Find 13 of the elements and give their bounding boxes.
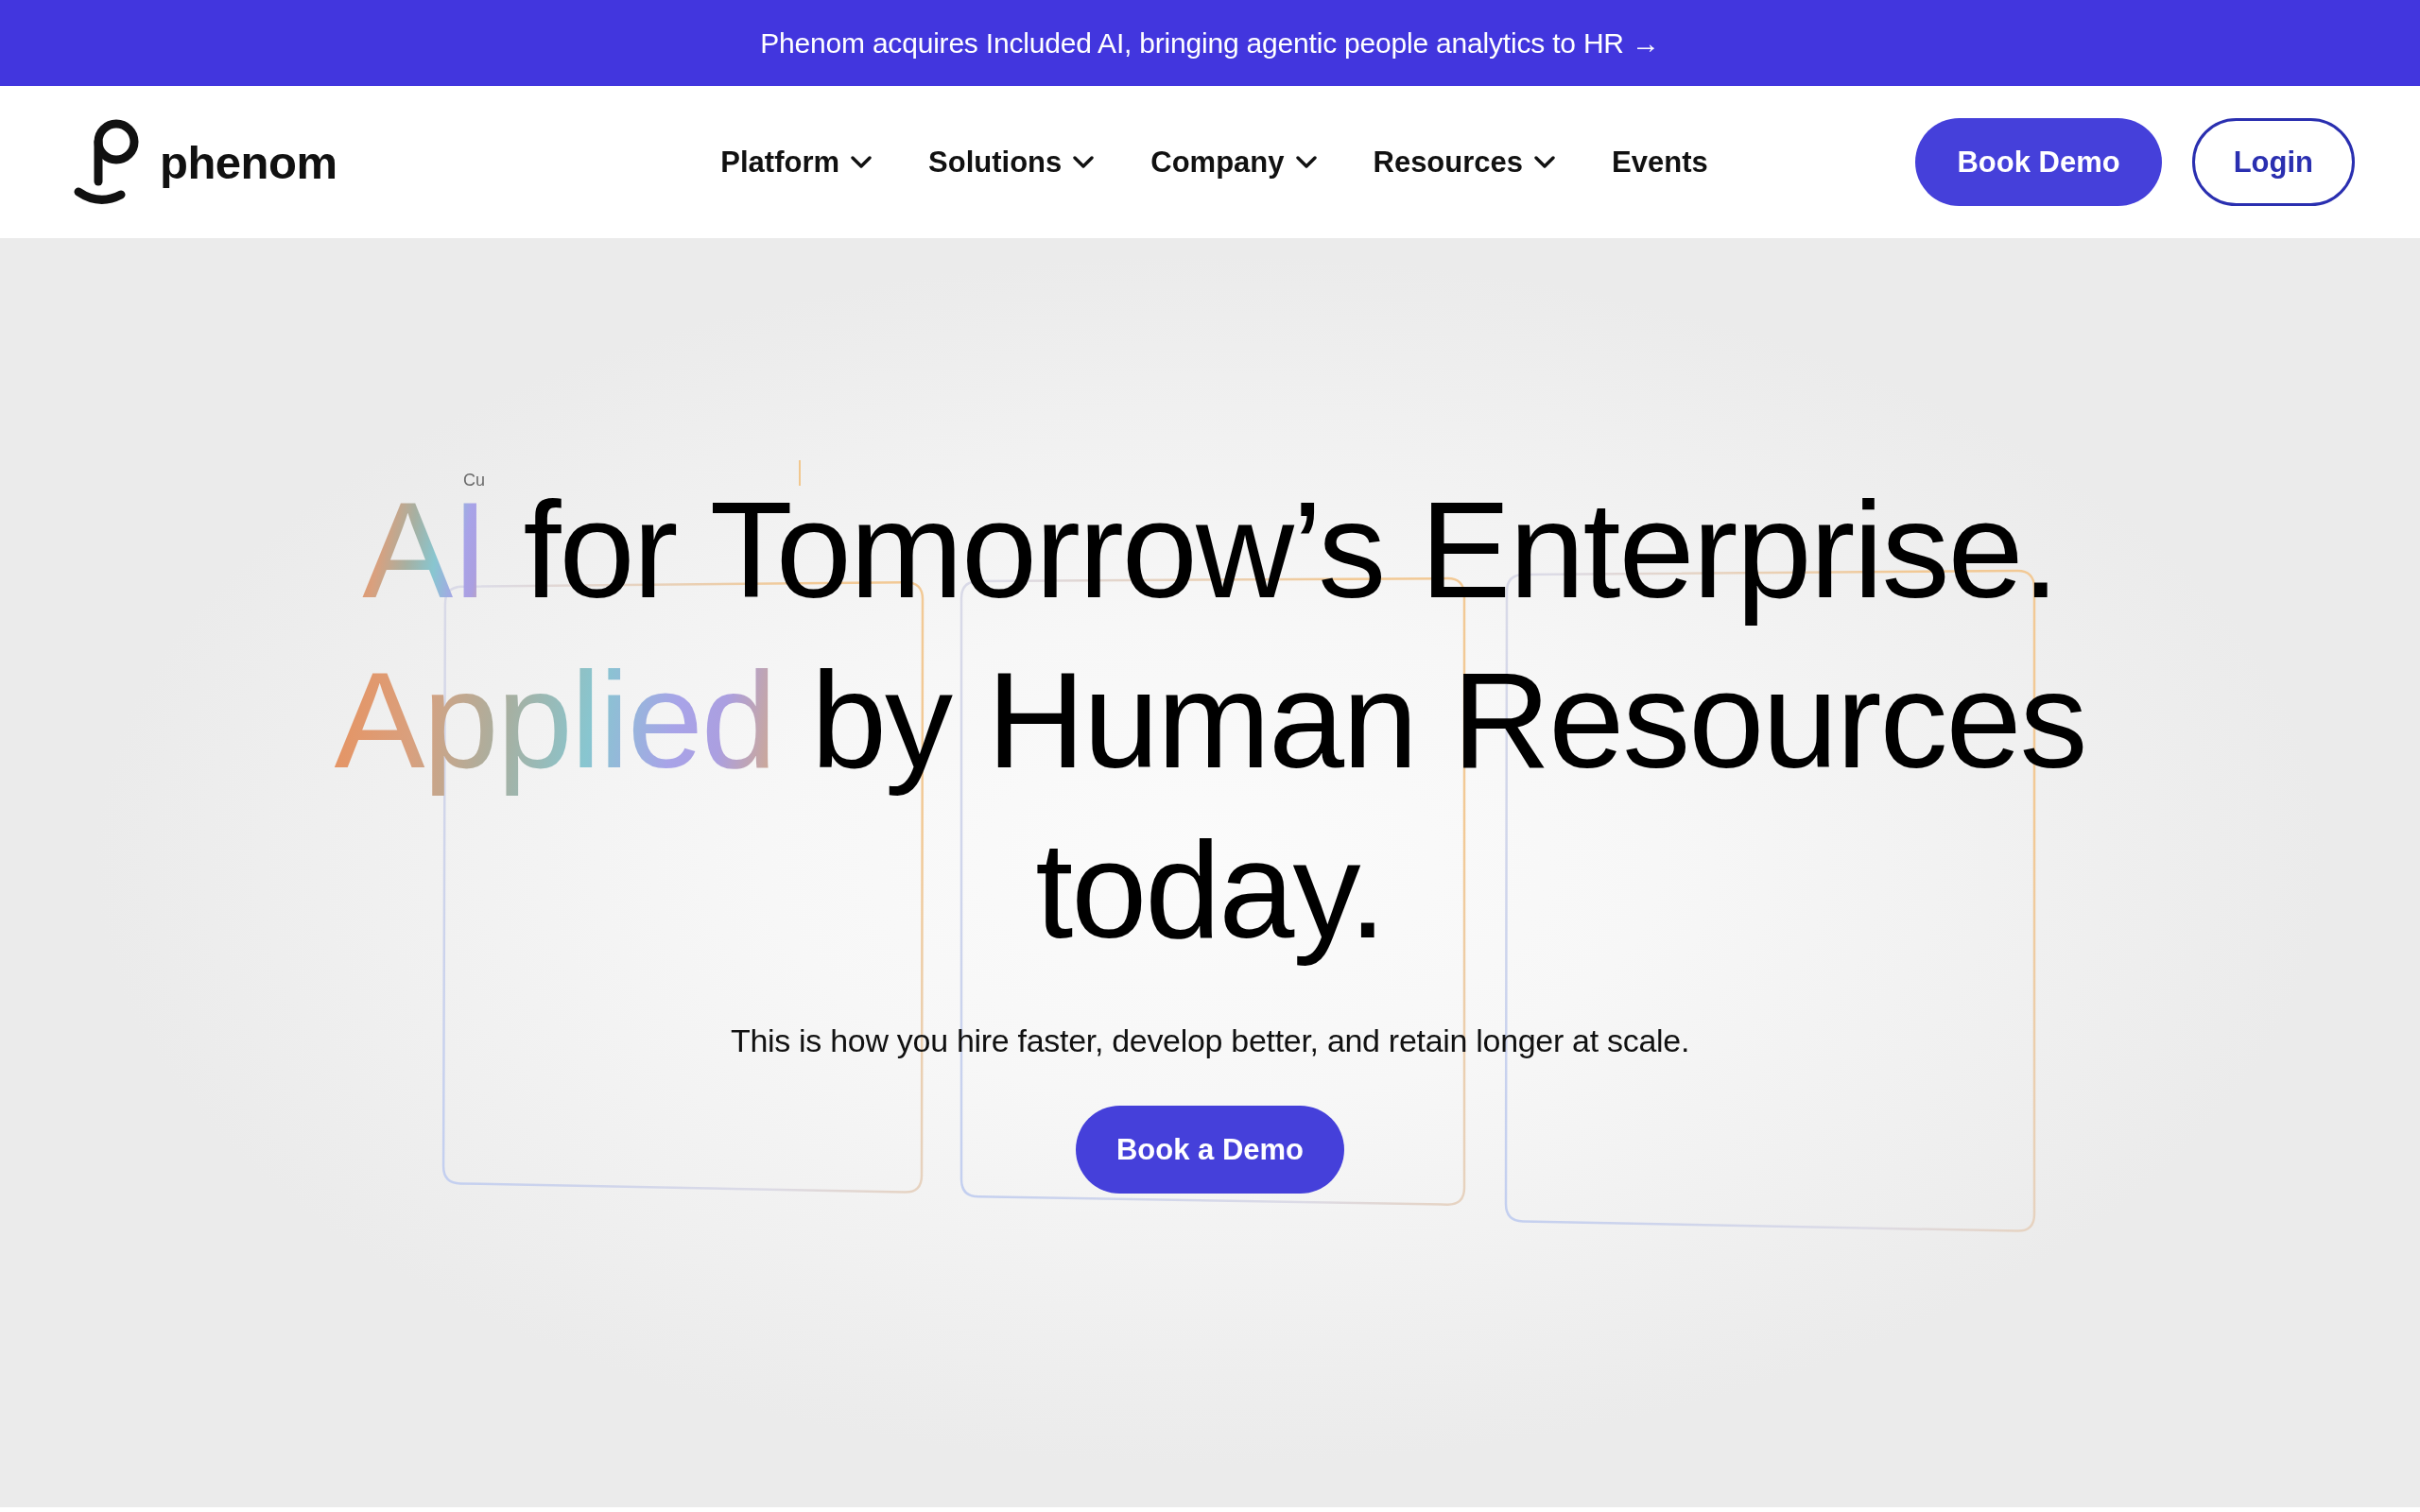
nav-link[interactable]: Solutions (928, 145, 1095, 180)
book-a-demo-button[interactable]: Book a Demo (1075, 1106, 1345, 1194)
floating-label: Cu (463, 471, 485, 490)
announcement-link[interactable]: Phenom acquires Included AI, bringing agentic people analytics to HR → (760, 26, 1660, 60)
logo-link[interactable]: phenom (74, 118, 337, 206)
nav-link[interactable]: Company (1150, 145, 1317, 180)
nav-link[interactable]: Events (1612, 145, 1708, 180)
nav-link[interactable]: Platform (720, 145, 873, 180)
login-button[interactable]: Login (2191, 118, 2355, 206)
book-demo-button[interactable]: Book Demo (1915, 118, 2162, 206)
accent-line (799, 460, 801, 486)
nav-link[interactable]: Resources (1373, 145, 1556, 180)
hero-subtitle: This is how you hire faster, develop better, and retain longer at scale. (730, 1022, 1690, 1060)
